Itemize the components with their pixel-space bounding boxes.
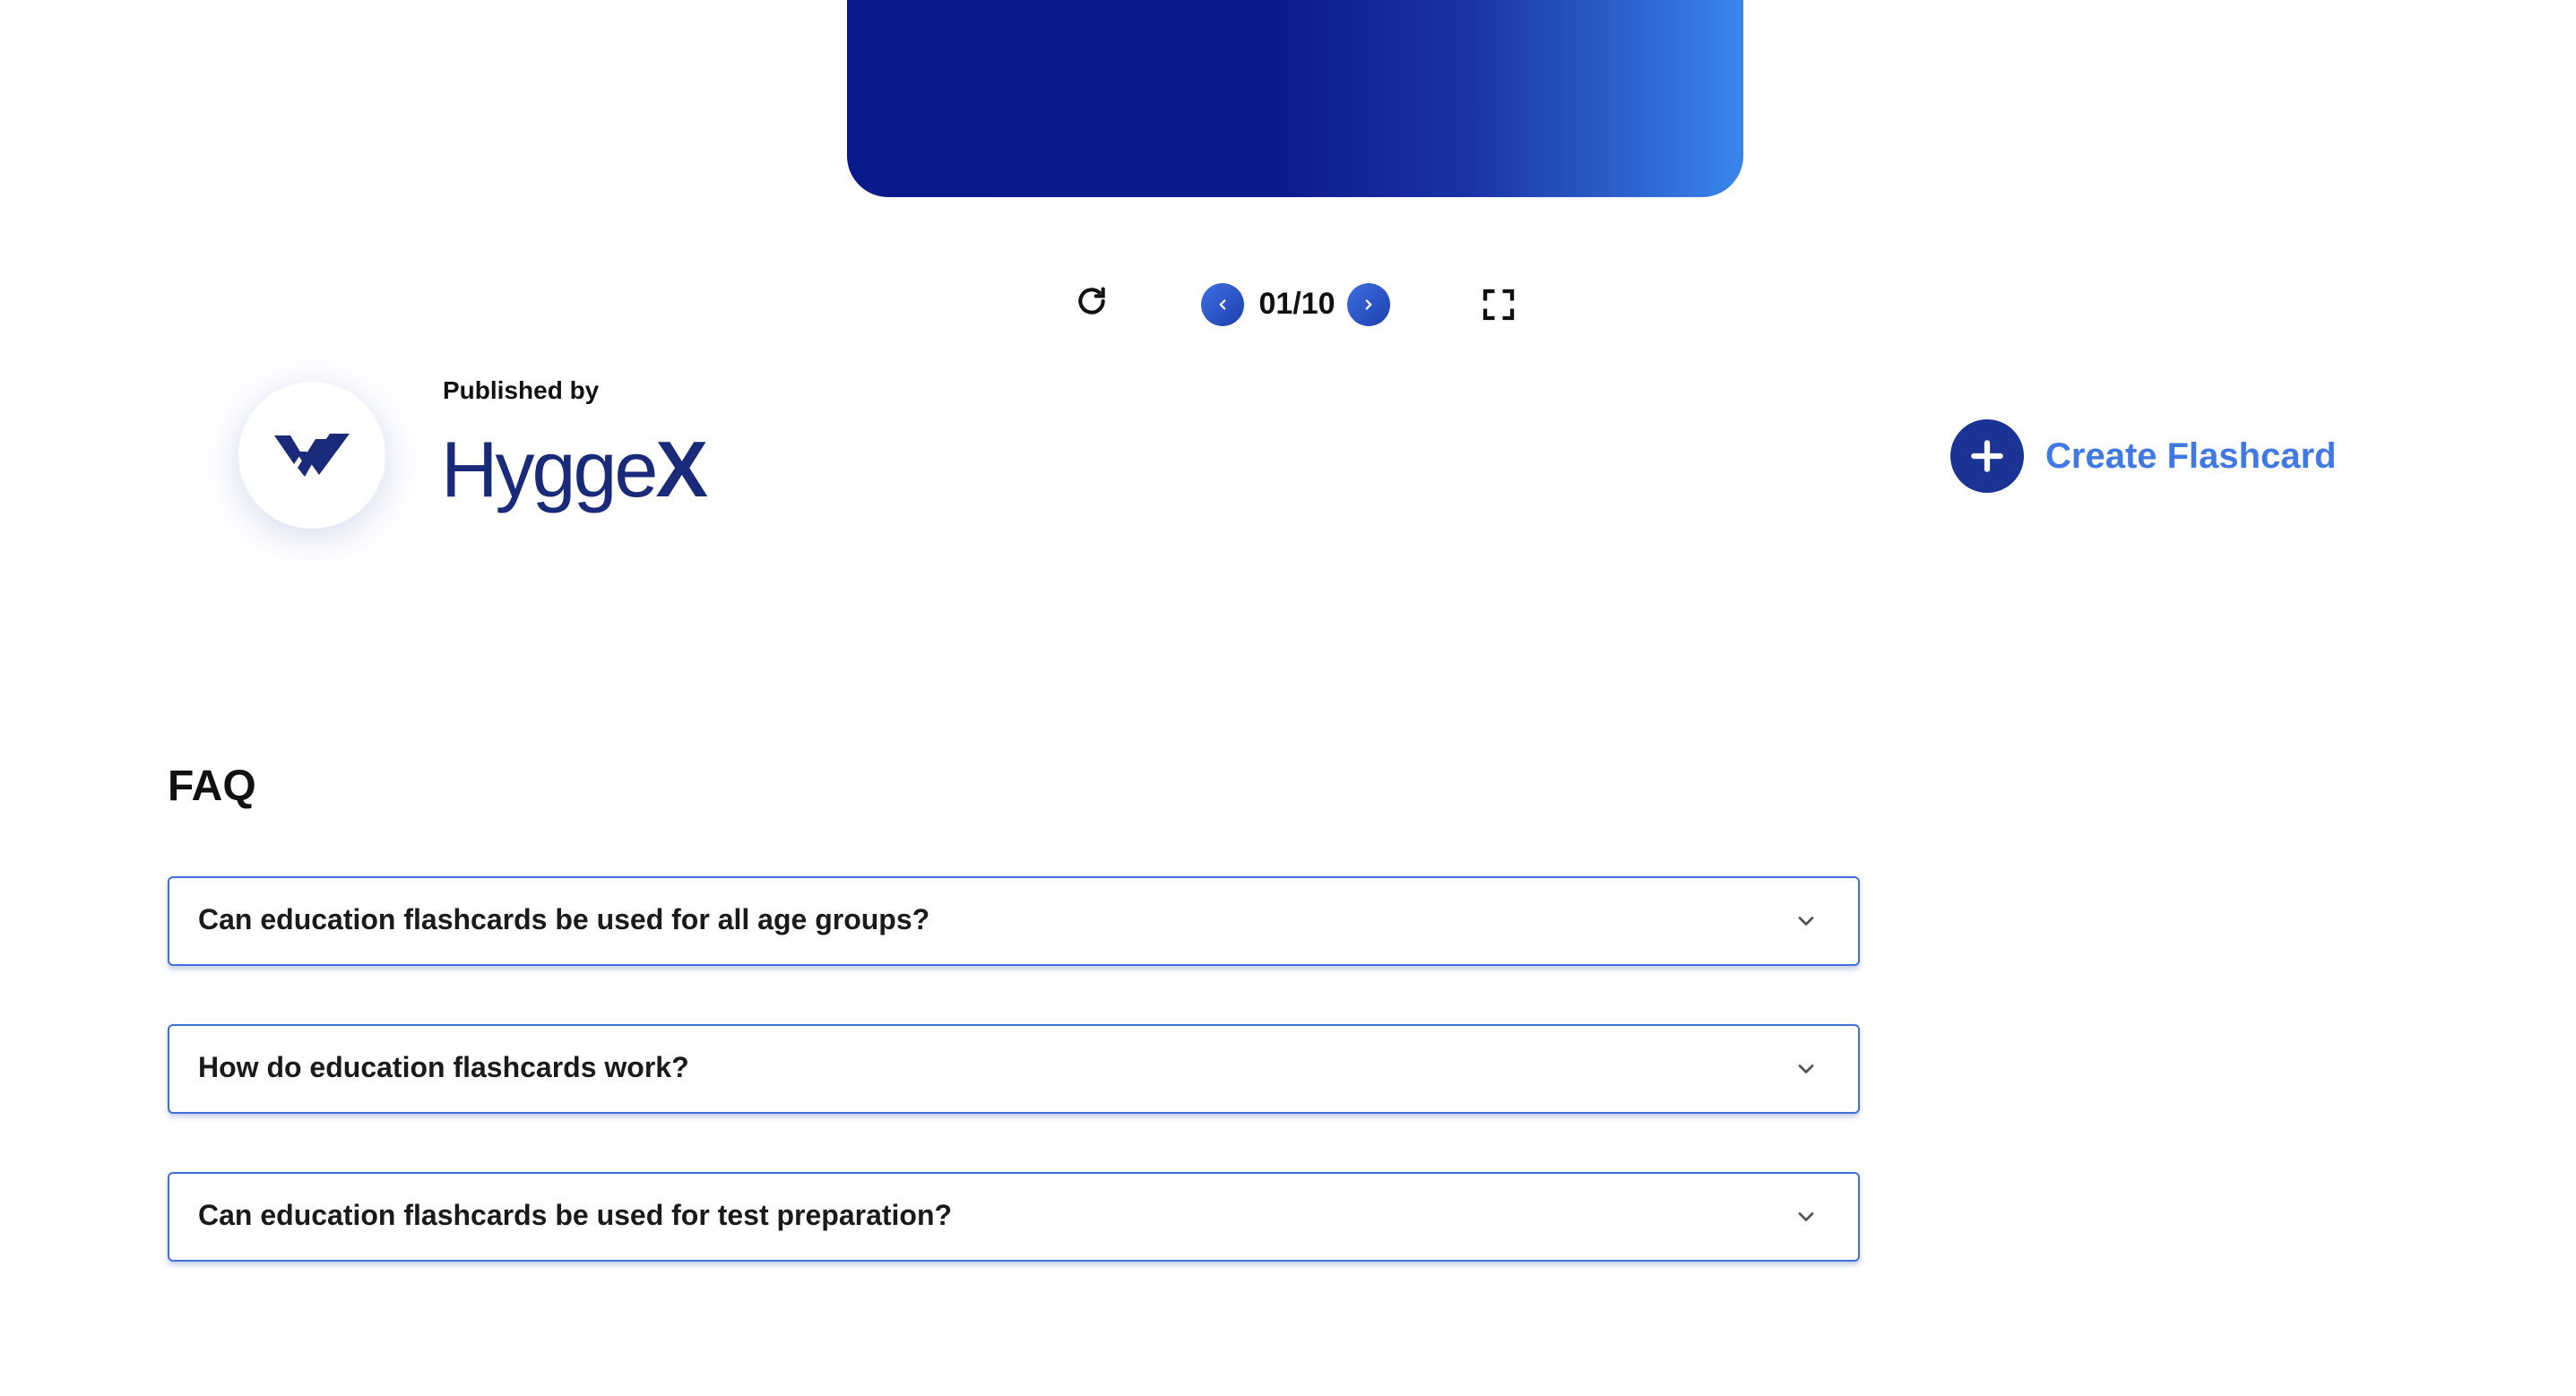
chevron-down-icon: [1790, 1053, 1822, 1085]
refresh-button[interactable]: [1072, 281, 1111, 321]
faq-item[interactable]: Can education flashcards be used for tes…: [168, 1172, 1860, 1262]
faq-title: FAQ: [168, 763, 256, 810]
chevron-down-icon: [1790, 905, 1822, 937]
brand-name-main: Hygge: [441, 425, 658, 513]
create-flashcard-button[interactable]: Create Flashcard: [1950, 419, 2337, 493]
flashcard-card[interactable]: [847, 0, 1743, 197]
publisher-brand-name[interactable]: HyggeX: [441, 430, 708, 509]
chevron-down-icon: [1790, 1201, 1822, 1233]
fullscreen-icon: [1482, 289, 1515, 321]
card-counter: 01/10: [1258, 287, 1336, 321]
faq-item[interactable]: Can education flashcards be used for all…: [168, 876, 1860, 966]
faq-item[interactable]: How do education flashcards work?: [168, 1024, 1860, 1114]
plus-icon: [1971, 440, 2003, 472]
chevron-right-icon: [1365, 299, 1372, 310]
faq-question: How do education flashcards work?: [198, 1051, 689, 1083]
hyggex-logo-icon: [274, 434, 350, 477]
refresh-icon: [1078, 287, 1105, 315]
fullscreen-button[interactable]: [1479, 285, 1518, 324]
flashcard-controls: 01/10: [0, 278, 2576, 332]
create-flashcard-circle: [1950, 419, 2024, 493]
faq-question: Can education flashcards be used for tes…: [198, 1199, 953, 1231]
chevron-left-icon: [1219, 299, 1226, 310]
previous-card-button[interactable]: [1201, 283, 1244, 326]
publisher-avatar: [238, 382, 385, 529]
next-card-button[interactable]: [1347, 283, 1390, 326]
faq-question: Can education flashcards be used for all…: [198, 903, 930, 935]
page: 01/10 Published by HyggeX Create Flashca…: [0, 0, 2576, 1396]
brand-name-x: X: [655, 425, 708, 513]
published-by-label: Published by: [443, 376, 600, 404]
create-flashcard-label: Create Flashcard: [2045, 435, 2337, 476]
